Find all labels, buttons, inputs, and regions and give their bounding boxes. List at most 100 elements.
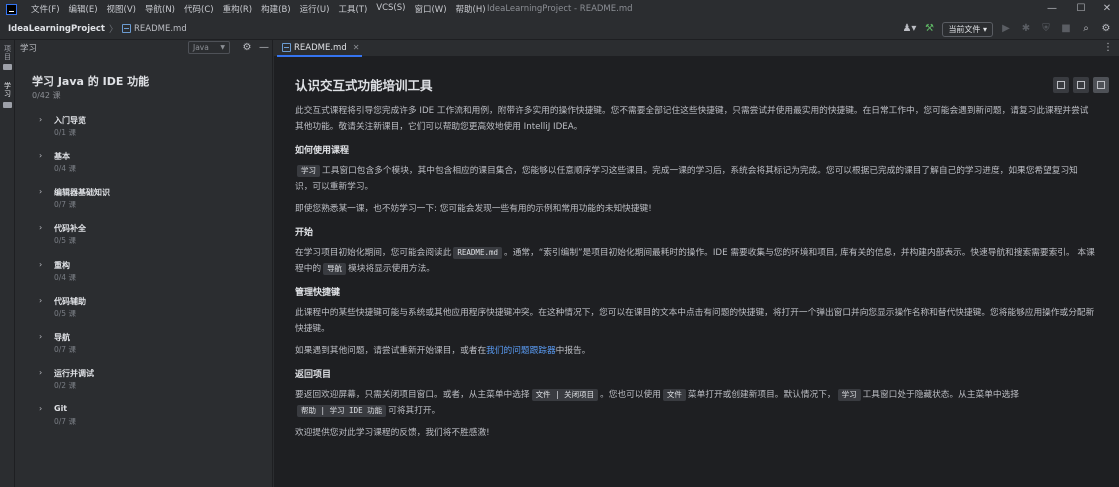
- learn-panel-header: 学习 Java ▼ ⚙ —: [15, 40, 272, 56]
- shortcuts-paragraph: 此课程中的某些快捷键可能与系统或其他应用程序快捷键冲突。在这种情况下，您可以在课…: [295, 308, 1095, 334]
- markdown-preview[interactable]: 认识交互式功能培训工具 此交互式课程将引导您完成许多 IDE 工作流和用例，附带…: [274, 57, 1119, 487]
- doc-title: 认识交互式功能培训工具: [295, 78, 433, 93]
- close-tab-icon[interactable]: ✕: [353, 43, 360, 52]
- module-name: 基本: [54, 152, 70, 161]
- menu-edit[interactable]: 编辑(E): [69, 3, 98, 15]
- course-progress: 0/42 课: [32, 91, 61, 100]
- maximize-icon[interactable]: ☐: [1071, 2, 1091, 16]
- app-logo-icon: [6, 3, 17, 15]
- learn-icon[interactable]: [3, 102, 12, 108]
- run-icon[interactable]: ▶: [999, 22, 1013, 36]
- inline-code: README.md: [453, 247, 503, 259]
- heading-how-to-use: 如何使用课程: [295, 146, 350, 156]
- module-name: 编辑器基础知识: [54, 188, 110, 197]
- paragraph-text: 要返回欢迎屏幕，只需关闭项目窗口。或者，从主菜单中选择: [295, 390, 530, 400]
- paragraph-text: 工具窗口包含多个模块，其中包含相应的课目集合，您能够以任意顺序学习这些课目。完成…: [295, 166, 1078, 192]
- module-count: 0/7 课: [54, 417, 76, 426]
- issue-tracker-link[interactable]: 我们的问题跟踪器: [486, 346, 556, 356]
- chevron-right-icon: ›: [39, 115, 43, 124]
- navigation-bar: IdeaLearningProject 〉 README.md ♟▾ ⚒ 当前文…: [0, 18, 1119, 40]
- debug-icon[interactable]: ✱: [1019, 22, 1033, 36]
- chevron-right-icon: ›: [39, 187, 43, 196]
- inline-code: 帮助 | 学习 IDE 功能: [297, 405, 387, 417]
- breadcrumb-file-label: README.md: [134, 23, 187, 34]
- hide-panel-icon[interactable]: —: [258, 42, 270, 54]
- user-account-icon[interactable]: ♟▾: [902, 22, 916, 36]
- module-count: 0/5 课: [54, 236, 76, 245]
- document-content: 认识交互式功能培训工具 此交互式课程将引导您完成许多 IDE 工作流和用例，附带…: [295, 75, 1095, 447]
- module-count: 0/1 课: [54, 128, 76, 137]
- menu-window[interactable]: 窗口(W): [414, 3, 446, 15]
- chevron-right-icon: ›: [39, 404, 43, 413]
- main-menu: 文件(F) 编辑(E) 视图(V) 导航(N) 代码(C) 重构(R) 构建(B…: [31, 3, 495, 15]
- tab-readme[interactable]: README.md ✕: [277, 40, 362, 57]
- menu-tools[interactable]: 工具(T): [338, 3, 367, 15]
- window-title: IdeaLearningProject - README.md: [487, 4, 633, 14]
- language-select[interactable]: Java ▼: [188, 41, 230, 54]
- chevron-right-icon: ›: [39, 332, 43, 341]
- coverage-icon[interactable]: ⛨: [1039, 22, 1053, 36]
- minimize-icon[interactable]: —: [1042, 2, 1062, 16]
- close-window-icon[interactable]: ✕: [1097, 2, 1117, 16]
- tab-label: README.md: [294, 42, 347, 53]
- paragraph-text: 菜单打开或创建新项目。默认情况下，: [687, 390, 836, 400]
- panel-settings-gear-icon[interactable]: ⚙: [241, 42, 253, 54]
- chevron-right-icon: ›: [39, 368, 43, 377]
- run-config-label: 当前文件: [948, 24, 981, 34]
- module-name: 代码补全: [54, 224, 86, 233]
- markdown-file-icon: [282, 43, 291, 52]
- menu-navigate[interactable]: 导航(N): [145, 3, 175, 15]
- paragraph-text: 模块将显示使用方法。: [348, 264, 435, 274]
- chevron-down-icon: ▼: [220, 44, 225, 51]
- stop-icon[interactable]: ■: [1059, 22, 1073, 36]
- module-name: 运行并调试: [54, 369, 94, 378]
- editor-tab-bar: README.md ✕ ⋮: [274, 40, 1119, 57]
- breadcrumb-file[interactable]: README.md: [122, 24, 187, 34]
- language-select-value: Java: [193, 43, 209, 52]
- heading-manage-shortcuts: 管理快捷键: [295, 288, 341, 298]
- module-count: 0/7 课: [54, 200, 76, 209]
- project-tool-window-button[interactable]: 项目: [3, 45, 12, 61]
- folder-icon[interactable]: [3, 64, 12, 70]
- module-count: 0/4 课: [54, 164, 76, 173]
- module-name: Git: [54, 404, 68, 413]
- familiar-paragraph: 即使您熟悉某一课，也不妨学习一下: 您可能会发现一些有用的示例和常用功能的未知快…: [295, 204, 652, 214]
- doc-intro-paragraph: 此交互式课程将引导您完成许多 IDE 工作流和用例，附带许多实用的操作快捷键。您…: [295, 106, 1089, 132]
- module-name: 代码辅助: [54, 297, 86, 306]
- breadcrumb-project[interactable]: IdeaLearningProject: [8, 24, 105, 34]
- heading-return-to-project: 返回项目: [295, 370, 332, 380]
- heading-start: 开始: [295, 228, 314, 238]
- run-configuration-select[interactable]: 当前文件 ▾: [942, 21, 993, 37]
- build-hammer-icon[interactable]: ⚒: [922, 22, 936, 36]
- menu-refactor[interactable]: 重构(R): [223, 3, 253, 15]
- preview-only-view-icon[interactable]: [1093, 77, 1109, 93]
- inline-code: 学习: [297, 165, 320, 177]
- left-tool-strip: 项目 学习: [0, 40, 15, 487]
- module-count: 0/7 课: [54, 345, 76, 354]
- chevron-right-icon: ›: [39, 296, 43, 305]
- menu-build[interactable]: 构建(B): [261, 3, 290, 15]
- more-options-icon[interactable]: ⋮: [1103, 42, 1113, 53]
- markdown-file-icon: [122, 24, 132, 33]
- course-title: 学习 Java 的 IDE 功能: [32, 75, 150, 88]
- learn-panel: 学习 Java ▼ ⚙ — 学习 Java 的 IDE 功能 0/42 课 › 入…: [15, 40, 273, 487]
- menu-run[interactable]: 运行(U): [300, 3, 330, 15]
- settings-gear-icon[interactable]: ⚙: [1099, 22, 1113, 36]
- learn-tool-window-button[interactable]: 学习: [3, 82, 12, 98]
- inline-code: 导航: [323, 263, 347, 275]
- menu-view[interactable]: 视图(V): [107, 3, 136, 15]
- paragraph-text: 工具窗口处于隐藏状态。从主菜单中选择: [862, 390, 1019, 400]
- paragraph-text: 可将其打开。: [388, 406, 441, 416]
- search-icon[interactable]: ⌕: [1079, 22, 1093, 36]
- module-name: 入门导览: [54, 116, 86, 125]
- inline-code: 文件: [662, 389, 686, 401]
- menu-vcs[interactable]: VCS(S): [376, 3, 405, 15]
- how-to-use-paragraph: 学习 工具窗口包含多个模块，其中包含相应的课目集合，您能够以任意顺序学习这些课目。…: [295, 163, 1095, 195]
- module-name: 导航: [54, 333, 70, 342]
- menu-file[interactable]: 文件(F): [31, 3, 60, 15]
- toolbar-right: ♟▾ ⚒ 当前文件 ▾ ▶ ✱ ⛨ ■ ⌕ ⚙: [896, 21, 1113, 37]
- menu-code[interactable]: 代码(C): [184, 3, 214, 15]
- learn-panel-title: 学习: [20, 44, 38, 54]
- chevron-right-icon: ›: [39, 223, 43, 232]
- menu-help[interactable]: 帮助(H): [456, 3, 486, 15]
